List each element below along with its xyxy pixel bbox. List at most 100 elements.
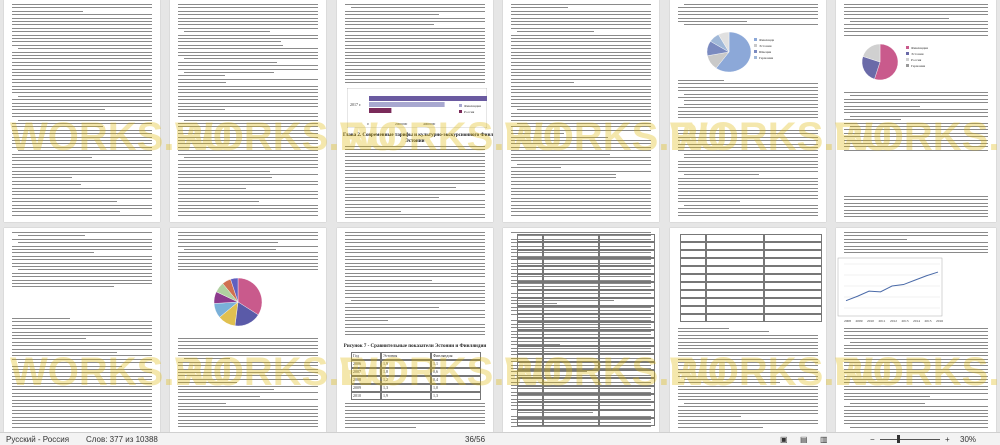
- text-line: [844, 203, 988, 204]
- legend-label: Финляндия: [911, 46, 928, 50]
- text-line: [678, 399, 818, 400]
- page-counter[interactable]: 36/56: [465, 435, 485, 444]
- text-line: [345, 187, 456, 188]
- text-line: [18, 362, 152, 363]
- text-line: [18, 235, 85, 236]
- text-line: [678, 420, 818, 421]
- zoom-in-button[interactable]: +: [945, 435, 950, 444]
- text-line: [844, 423, 988, 424]
- text-line: [12, 11, 83, 12]
- text-line: [684, 174, 759, 175]
- view-mode-web-icon[interactable]: ▥: [820, 435, 828, 444]
- view-mode-read-icon[interactable]: ▤: [800, 435, 808, 444]
- text-line: [511, 45, 651, 46]
- text-line: [12, 427, 152, 428]
- table-cell: [599, 258, 655, 266]
- table-cell: [517, 338, 543, 346]
- table-cell: [706, 234, 764, 242]
- page[interactable]: Рисунок 7 - Сравнительные показатели Эст…: [337, 228, 493, 432]
- text-line: [345, 331, 485, 332]
- text-line: [345, 153, 485, 154]
- text-line: [18, 96, 152, 97]
- text-line: [511, 171, 651, 172]
- text-line: [12, 396, 152, 397]
- page[interactable]: [670, 228, 826, 432]
- text-line: [844, 416, 988, 417]
- table-cell: [599, 386, 655, 394]
- text-line: [12, 369, 152, 370]
- page[interactable]: [170, 228, 326, 432]
- bar-category-label: 2017 г.: [350, 102, 361, 107]
- table-cell-text: 1,3: [383, 385, 388, 390]
- text-line: [178, 382, 237, 383]
- view-mode-print-icon[interactable]: ▣: [780, 435, 788, 444]
- text-line: [345, 11, 485, 12]
- text-line: [844, 382, 988, 383]
- text-line: [511, 154, 610, 155]
- table-cell: [680, 266, 706, 274]
- page[interactable]: [503, 0, 659, 222]
- legend-swatch: [754, 38, 757, 41]
- text-line: [12, 252, 94, 253]
- language-indicator[interactable]: Русский - Россия: [6, 435, 69, 444]
- chapter-heading-line2: Эстонии: [343, 139, 487, 145]
- table-cell: [764, 298, 822, 306]
- table-cell-text: 2006: [353, 361, 361, 366]
- table-cell-text: 1,1: [433, 361, 438, 366]
- pie-chart: ФинляндияЭстонияШвецияГермания: [684, 28, 774, 76]
- text-line: [12, 72, 152, 73]
- page[interactable]: [503, 228, 659, 432]
- text-line: [345, 204, 485, 205]
- legend-label: Германия: [911, 64, 925, 68]
- text-line: [12, 286, 114, 287]
- text-line: [178, 355, 318, 356]
- text-line: [844, 143, 988, 144]
- page[interactable]: [4, 228, 160, 432]
- text-line: [511, 205, 651, 206]
- text-line: [12, 79, 152, 80]
- text-line: [178, 160, 318, 161]
- zoom-slider-track[interactable]: [880, 439, 940, 440]
- text-line: [511, 130, 651, 131]
- text-line: [511, 65, 651, 66]
- page[interactable]: [4, 0, 160, 222]
- text-line: [184, 358, 230, 359]
- text-line: [178, 201, 259, 202]
- table-cell: [543, 282, 599, 290]
- text-line: [345, 24, 434, 25]
- text-line: [844, 372, 988, 373]
- text-line: [678, 215, 818, 216]
- x-tick-label: 2016: [936, 319, 943, 323]
- text-line: [178, 338, 318, 339]
- text-line: [184, 249, 276, 250]
- text-line: [850, 116, 988, 117]
- table-cell: [517, 322, 543, 330]
- legend-swatch: [906, 46, 909, 49]
- text-line: [12, 239, 152, 240]
- word-count[interactable]: Слов: 377 из 10388: [86, 435, 158, 444]
- text-line: [178, 416, 318, 417]
- text-line: [345, 4, 485, 5]
- text-line: [12, 198, 152, 199]
- table-cell: [764, 282, 822, 290]
- zoom-level[interactable]: 30%: [960, 435, 976, 444]
- text-line: [844, 359, 988, 360]
- text-line: [517, 31, 594, 32]
- document-canvas[interactable]: Глава 2. Современные тарифы и культурно-…: [0, 0, 1000, 432]
- text-line: [12, 266, 152, 267]
- text-line: [678, 111, 818, 112]
- text-line: [844, 31, 988, 32]
- text-line: [511, 82, 574, 83]
- text-line: [684, 205, 818, 206]
- page[interactable]: [170, 0, 326, 222]
- zoom-out-button[interactable]: −: [870, 435, 875, 444]
- legend-label: Швеция: [759, 50, 771, 54]
- text-line: [178, 409, 318, 410]
- line-chart: 2008 2009 2010 2011 2012 2013 2014 2015 2016: [836, 256, 946, 324]
- text-line: [345, 38, 485, 39]
- zoom-slider-thumb[interactable]: [897, 435, 900, 443]
- text-line: [178, 140, 318, 141]
- text-line: [345, 166, 485, 167]
- text-line: [345, 280, 432, 281]
- page[interactable]: [836, 0, 996, 222]
